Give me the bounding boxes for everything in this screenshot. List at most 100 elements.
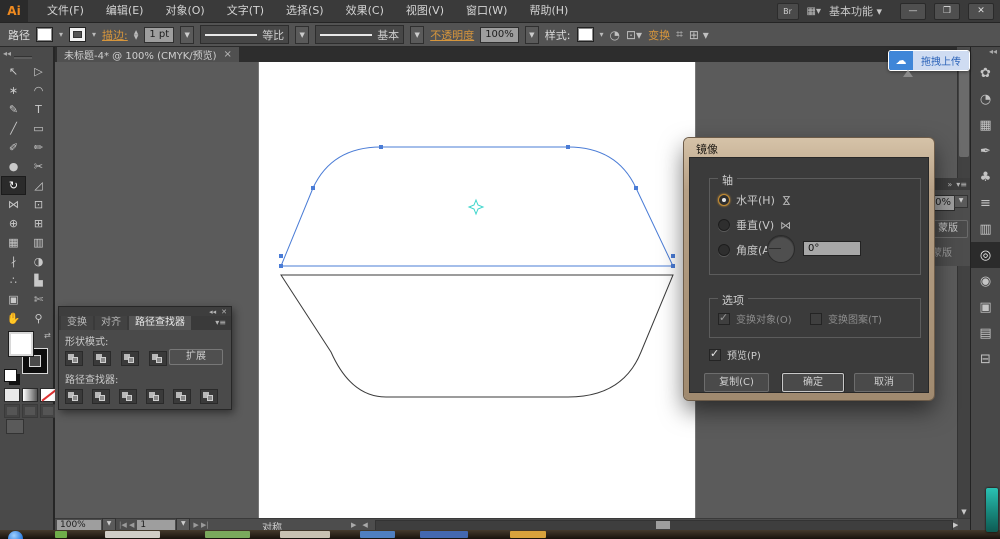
fill-color-swatch[interactable] <box>36 27 53 42</box>
opacity-field[interactable]: 100% <box>480 27 519 43</box>
align-to-selection-icon[interactable]: ⊡▾ <box>626 28 642 42</box>
horizontal-scroll-thumb[interactable] <box>656 521 670 529</box>
tab-transform[interactable]: 变换 <box>61 316 93 330</box>
vertical-radio[interactable] <box>718 219 730 231</box>
line-segment-tool[interactable]: ╱ <box>1 119 26 138</box>
zoom-level-field[interactable]: 100% <box>57 520 101 530</box>
transform-patterns-checkbox[interactable] <box>810 313 822 325</box>
profile-dropdown-arrow[interactable]: ▼ <box>295 26 309 44</box>
stroke-weight-dropdown[interactable]: ▼ <box>180 26 194 44</box>
transparency-panel-icon[interactable]: ◎ <box>971 242 1000 268</box>
style-dropdown-icon[interactable]: ▾ <box>600 30 604 39</box>
artboard-number-field[interactable]: 1 <box>137 520 175 530</box>
taskbar-icon[interactable] <box>280 531 330 538</box>
symbols-panel-icon[interactable]: ♣ <box>971 164 1000 190</box>
angle-field[interactable]: 0° <box>803 241 861 256</box>
menu-edit[interactable]: 编辑(E) <box>95 0 155 22</box>
width-profile-dropdown[interactable]: 等比 <box>200 25 289 44</box>
swap-fill-stroke-icon[interactable]: ⇄ <box>44 331 51 340</box>
scale-tool[interactable]: ◿ <box>26 176 51 195</box>
transform-objects-checkbox[interactable] <box>718 313 730 325</box>
lasso-tool[interactable]: ◠ <box>26 81 51 100</box>
drag-upload-badge[interactable]: ☁ 拖拽上传 <box>888 50 970 71</box>
select-similar-icon[interactable]: ⊞ ▾ <box>689 28 709 42</box>
artboard-tool[interactable]: ▣ <box>1 290 26 309</box>
recolor-artwork-icon[interactable]: ◔ <box>610 28 620 42</box>
intersect-icon[interactable] <box>121 351 139 366</box>
minimize-button[interactable]: — <box>900 3 926 20</box>
shape-builder-tool[interactable]: ⊕ <box>1 214 26 233</box>
color-guide-panel-icon[interactable]: ◔ <box>971 86 1000 112</box>
vertical-scroll-thumb[interactable] <box>959 65 969 157</box>
menu-select[interactable]: 选择(S) <box>275 0 335 22</box>
outline-icon[interactable] <box>173 389 191 404</box>
taskbar-icon[interactable] <box>420 531 468 538</box>
tools-grip[interactable] <box>14 56 32 59</box>
make-mask-button[interactable]: 蒙版 <box>928 220 968 238</box>
zoom-tool[interactable]: ⚲ <box>26 309 51 328</box>
brushes-panel-icon[interactable]: ✒ <box>971 138 1000 164</box>
graphic-styles-panel-icon[interactable]: ▣ <box>971 294 1000 320</box>
anchor-points[interactable] <box>279 145 675 268</box>
tab-close-icon[interactable]: × <box>224 49 232 60</box>
restore-button[interactable]: ❐ <box>934 3 960 20</box>
opacity-dropdown-icon[interactable]: ▼ <box>954 195 968 208</box>
gradient-button[interactable] <box>22 388 38 402</box>
crop-icon[interactable] <box>146 389 164 404</box>
start-button[interactable] <box>8 531 23 539</box>
arrange-documents-icon[interactable]: ▦▾ <box>807 6 821 17</box>
mirrored-bottom-path[interactable] <box>281 275 673 397</box>
menu-window[interactable]: 窗口(W) <box>455 0 518 22</box>
perspective-grid-tool[interactable]: ⊞ <box>26 214 51 233</box>
selected-top-path[interactable] <box>281 147 673 266</box>
eyedropper-tool[interactable]: ∤ <box>1 252 26 271</box>
close-button[interactable]: ✕ <box>968 3 994 20</box>
menu-file[interactable]: 文件(F) <box>36 0 95 22</box>
mesh-tool[interactable]: ▦ <box>1 233 26 252</box>
angle-dial[interactable] <box>767 235 795 263</box>
isolate-object-icon[interactable]: ⌗ <box>676 27 683 42</box>
pencil-tool[interactable]: ✏ <box>26 138 51 157</box>
direct-selection-tool[interactable]: ▷ <box>26 62 51 81</box>
artboard[interactable] <box>258 62 696 518</box>
trim-icon[interactable] <box>92 389 110 404</box>
taskbar-icon[interactable] <box>510 531 546 538</box>
stroke-color-swatch[interactable] <box>69 27 86 42</box>
blob-brush-tool[interactable]: ● <box>1 157 26 176</box>
collapse-panel-icon[interactable]: ◂◂ <box>209 308 216 316</box>
column-graph-tool[interactable]: ▙ <box>26 271 51 290</box>
divide-icon[interactable] <box>65 389 83 404</box>
gradient-tool[interactable]: ▥ <box>26 233 51 252</box>
stroke-dropdown-icon[interactable]: ▾ <box>92 30 96 39</box>
tab-align[interactable]: 对齐 <box>95 316 127 330</box>
default-fill-stroke-icon[interactable] <box>4 369 17 382</box>
color-panel-icon[interactable]: ✿ <box>971 60 1000 86</box>
expand-panel-icon[interactable]: » <box>947 180 952 189</box>
selection-tool[interactable]: ↖ <box>1 62 26 81</box>
close-panel-icon[interactable]: ✕ <box>221 308 227 316</box>
expand-button[interactable]: 扩展 <box>169 349 223 365</box>
panel-menu-icon[interactable]: ▾≡ <box>215 318 231 327</box>
fill-indicator[interactable] <box>8 331 34 357</box>
taskbar-icon[interactable] <box>205 531 250 538</box>
unite-icon[interactable] <box>65 351 83 366</box>
taskbar-icon[interactable] <box>360 531 395 538</box>
hand-tool[interactable]: ✋ <box>1 309 26 328</box>
exclude-icon[interactable] <box>149 351 167 366</box>
preview-checkbox[interactable] <box>709 349 721 361</box>
style-swatch[interactable] <box>577 27 594 42</box>
rectangle-tool[interactable]: ▭ <box>26 119 51 138</box>
document-tab[interactable]: 未标题-4* @ 100% (CMYK/预览) × <box>57 47 239 62</box>
menu-object[interactable]: 对象(O) <box>154 0 215 22</box>
eraser-tool[interactable]: ✂ <box>26 157 51 176</box>
rotate-tool[interactable]: ↻ <box>1 176 26 195</box>
angle-radio[interactable] <box>718 244 730 256</box>
vertical-scrollbar[interactable]: ▼ <box>957 62 970 518</box>
magic-wand-tool[interactable]: ∗ <box>1 81 26 100</box>
width-tool[interactable]: ⋈ <box>1 195 26 214</box>
screen-mode-button[interactable] <box>6 419 24 434</box>
taskbar-icon[interactable] <box>55 531 67 538</box>
transform-link[interactable]: 变换 <box>648 27 670 43</box>
ok-button[interactable]: 确定 <box>782 373 844 392</box>
bridge-button[interactable]: Br <box>777 3 799 20</box>
